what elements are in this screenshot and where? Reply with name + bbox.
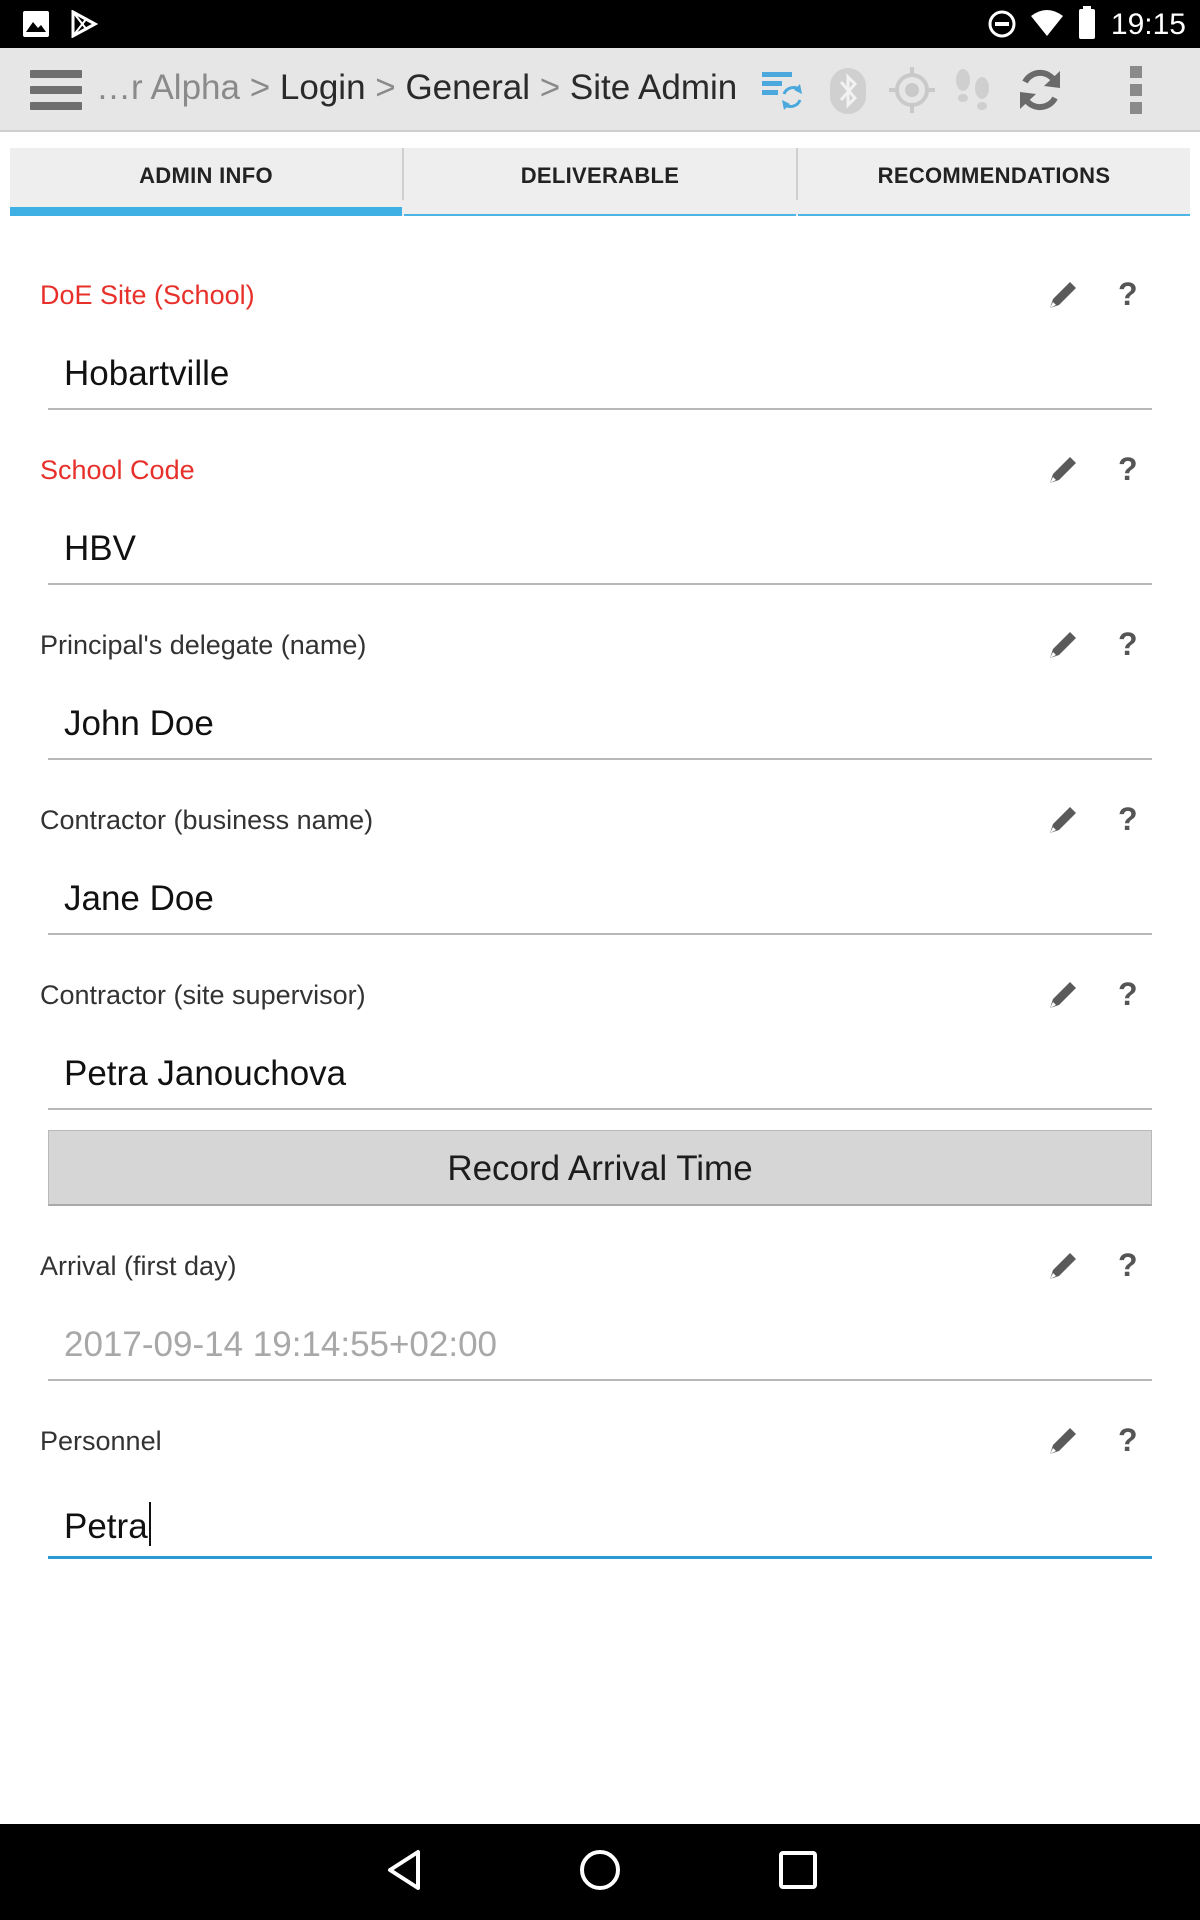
help-icon[interactable]: ? bbox=[1118, 626, 1138, 663]
tab-recommendations[interactable]: RECOMMENDATIONS bbox=[798, 148, 1190, 216]
field-label-doe-site: DoE Site (School) bbox=[40, 280, 255, 310]
status-bar: 19:15 bbox=[0, 0, 1200, 48]
doe-site-field[interactable]: Hobartville bbox=[48, 348, 1152, 410]
school-code-field[interactable]: HBV bbox=[48, 523, 1152, 585]
home-icon[interactable] bbox=[578, 1848, 622, 1892]
footsteps-icon[interactable] bbox=[950, 66, 996, 116]
tab-label: ADMIN INFO bbox=[139, 163, 273, 188]
breadcrumb-item-general[interactable]: General bbox=[405, 68, 530, 107]
sync-list-icon[interactable] bbox=[760, 70, 804, 110]
help-icon[interactable]: ? bbox=[1118, 1247, 1138, 1284]
field-label-contractor-business: Contractor (business name) bbox=[40, 805, 374, 835]
breadcrumb-item-login[interactable]: Login bbox=[280, 68, 366, 107]
field-label-personnel: Personnel bbox=[40, 1426, 162, 1456]
field-actions: ? bbox=[1046, 276, 1146, 318]
breadcrumb-separator: > bbox=[539, 68, 561, 107]
field-value: 2017-09-14 19:14:55+02:00 bbox=[64, 1325, 498, 1364]
tab-admin-info[interactable]: ADMIN INFO bbox=[10, 148, 402, 216]
breadcrumb-truncated[interactable]: …r Alpha bbox=[96, 68, 240, 107]
field-value: Petra bbox=[64, 1507, 148, 1546]
field-label-principals-delegate: Principal's delegate (name) bbox=[40, 630, 367, 660]
arrival-field: 2017-09-14 19:14:55+02:00 bbox=[48, 1319, 1152, 1381]
field-actions: ? bbox=[1046, 1247, 1146, 1289]
field-actions: ? bbox=[1046, 976, 1146, 1018]
contractor-supervisor-field[interactable]: Petra Janouchova bbox=[48, 1048, 1152, 1110]
principals-delegate-field[interactable]: John Doe bbox=[48, 698, 1152, 760]
field-value: Petra Janouchova bbox=[64, 1054, 347, 1093]
back-icon[interactable] bbox=[384, 1848, 424, 1892]
refresh-icon[interactable] bbox=[1016, 66, 1064, 114]
pencil-icon[interactable] bbox=[1046, 453, 1080, 487]
field-value: Jane Doe bbox=[64, 879, 214, 918]
wifi-icon bbox=[1031, 10, 1063, 36]
battery-icon bbox=[1079, 6, 1095, 39]
field-value: Hobartville bbox=[64, 354, 230, 393]
breadcrumb-separator: > bbox=[249, 68, 271, 107]
navigation-bar bbox=[0, 1824, 1200, 1920]
tab-deliverable[interactable]: DELIVERABLE bbox=[404, 148, 796, 216]
field-label-school-code: School Code bbox=[40, 455, 195, 485]
tab-underline bbox=[798, 214, 1190, 216]
breadcrumb-separator: > bbox=[375, 68, 396, 107]
tab-bar: ADMIN INFO DELIVERABLE RECOMMENDATIONS bbox=[10, 148, 1190, 216]
field-actions: ? bbox=[1046, 626, 1146, 668]
pencil-icon[interactable] bbox=[1046, 628, 1080, 662]
pencil-icon[interactable] bbox=[1046, 1249, 1080, 1283]
field-actions: ? bbox=[1046, 1422, 1146, 1464]
field-label-contractor-supervisor: Contractor (site supervisor) bbox=[40, 980, 366, 1010]
field-label-arrival: Arrival (first day) bbox=[40, 1251, 237, 1281]
tab-underline bbox=[404, 214, 796, 216]
help-icon[interactable]: ? bbox=[1118, 451, 1138, 488]
breadcrumb: …r Alpha > Login > General > Site Admin bbox=[96, 68, 737, 108]
help-icon[interactable]: ? bbox=[1118, 276, 1138, 313]
help-icon[interactable]: ? bbox=[1118, 976, 1138, 1013]
pencil-icon[interactable] bbox=[1046, 1424, 1080, 1458]
contractor-business-field[interactable]: Jane Doe bbox=[48, 873, 1152, 935]
active-tab-indicator bbox=[10, 207, 402, 216]
do-not-disturb-icon bbox=[988, 10, 1016, 38]
clock: 19:15 bbox=[1110, 8, 1186, 41]
recents-icon[interactable] bbox=[776, 1848, 820, 1892]
record-arrival-time-button[interactable]: Record Arrival Time bbox=[48, 1130, 1152, 1206]
tab-label: DELIVERABLE bbox=[520, 163, 680, 188]
field-value-wrapper: Petra bbox=[64, 1502, 151, 1547]
field-value: John Doe bbox=[64, 704, 214, 743]
breadcrumb-item-site-admin: Site Admin bbox=[569, 68, 738, 107]
bluetooth-icon[interactable] bbox=[828, 66, 868, 116]
pencil-icon[interactable] bbox=[1046, 803, 1080, 837]
overflow-menu-icon[interactable] bbox=[1126, 64, 1146, 116]
personnel-input[interactable]: Petra bbox=[48, 1496, 1152, 1559]
menu-icon[interactable] bbox=[30, 70, 82, 110]
tab-label: RECOMMENDATIONS bbox=[877, 163, 1111, 188]
text-cursor bbox=[148, 1502, 151, 1546]
action-bar: …r Alpha > Login > General > Site Admin bbox=[0, 48, 1200, 132]
field-value: HBV bbox=[64, 529, 136, 568]
help-icon[interactable]: ? bbox=[1118, 1422, 1138, 1459]
play-store-notification-icon bbox=[71, 10, 98, 38]
field-actions: ? bbox=[1046, 451, 1146, 493]
gps-icon[interactable] bbox=[888, 66, 936, 114]
field-actions: ? bbox=[1046, 801, 1146, 843]
pencil-icon[interactable] bbox=[1046, 978, 1080, 1012]
help-icon[interactable]: ? bbox=[1118, 801, 1138, 838]
pencil-icon[interactable] bbox=[1046, 278, 1080, 312]
gallery-notification-icon bbox=[23, 11, 49, 37]
